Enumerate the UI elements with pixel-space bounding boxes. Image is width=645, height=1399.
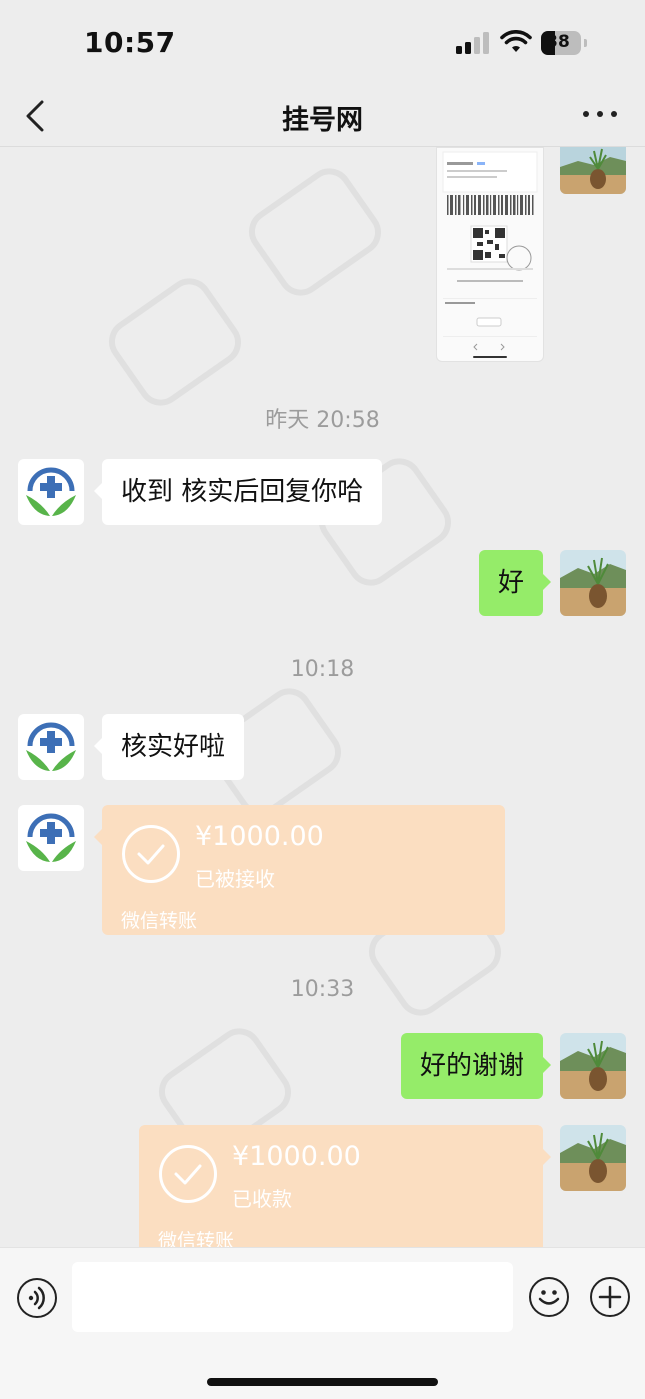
landscape-avatar-image: [560, 147, 626, 194]
hospital-logo-icon: [26, 813, 76, 862]
my-avatar[interactable]: [560, 147, 626, 194]
battery-icon: 38: [541, 31, 587, 55]
my-avatar[interactable]: [560, 550, 626, 616]
chat-title: 挂号网: [282, 105, 363, 136]
incoming-message[interactable]: 核实好啦: [93, 714, 245, 780]
watermark-pattern: [108, 168, 502, 1156]
transfer-status: 已被接收: [195, 867, 275, 891]
transfer-card-received[interactable]: ¥1000.00 已被接收 微信转账: [94, 805, 505, 935]
message-list[interactable]: 昨天 20:58 收到 核实后回复你哈 好 10:18 核实好啦 ¥1000.0…: [0, 147, 645, 1247]
emoji-icon[interactable]: [529, 1277, 569, 1317]
status-bar: 10:57 38: [0, 0, 645, 88]
battery-level: 38: [546, 32, 570, 52]
outgoing-message[interactable]: 好的谢谢: [400, 1033, 552, 1099]
qr-ticket-thumbnail: [442, 151, 538, 358]
status-time: 10:57: [84, 26, 176, 59]
outgoing-message[interactable]: 好: [478, 550, 552, 616]
timestamp: 昨天 20:58: [265, 408, 380, 433]
cellular-signal-icon: [456, 32, 492, 54]
landscape-avatar-image: [560, 550, 626, 616]
check-circle-icon: [159, 1145, 217, 1203]
transfer-amount: ¥1000.00: [232, 1141, 361, 1172]
incoming-message[interactable]: 收到 核实后回复你哈: [93, 459, 383, 525]
landscape-avatar-image: [560, 1125, 626, 1191]
plus-icon[interactable]: [590, 1277, 630, 1317]
home-indicator[interactable]: [207, 1378, 438, 1386]
contact-avatar[interactable]: [18, 714, 84, 780]
image-message[interactable]: [436, 147, 544, 362]
hospital-logo-icon: [26, 722, 76, 771]
transfer-card-sent[interactable]: ¥1000.00 已收款 微信转账: [139, 1125, 551, 1247]
timestamp: 10:18: [290, 657, 355, 682]
transfer-status: 已收款: [232, 1187, 292, 1211]
contact-avatar[interactable]: [18, 459, 84, 525]
message-input[interactable]: [72, 1262, 513, 1332]
voice-icon[interactable]: [17, 1278, 57, 1318]
transfer-label: 微信转账: [121, 910, 198, 932]
timestamp: 10:33: [290, 977, 355, 1002]
transfer-label: 微信转账: [158, 1230, 235, 1247]
landscape-avatar-image: [560, 1033, 626, 1099]
hospital-logo-icon: [26, 467, 76, 516]
transfer-amount: ¥1000.00: [195, 821, 324, 852]
wifi-icon: [500, 30, 532, 52]
more-dots-icon[interactable]: [580, 108, 620, 120]
chat-header: 挂号网: [0, 88, 645, 147]
check-circle-icon: [122, 825, 180, 883]
my-avatar[interactable]: [560, 1125, 626, 1191]
my-avatar[interactable]: [560, 1033, 626, 1099]
contact-avatar[interactable]: [18, 805, 84, 871]
input-bar: [0, 1247, 645, 1399]
